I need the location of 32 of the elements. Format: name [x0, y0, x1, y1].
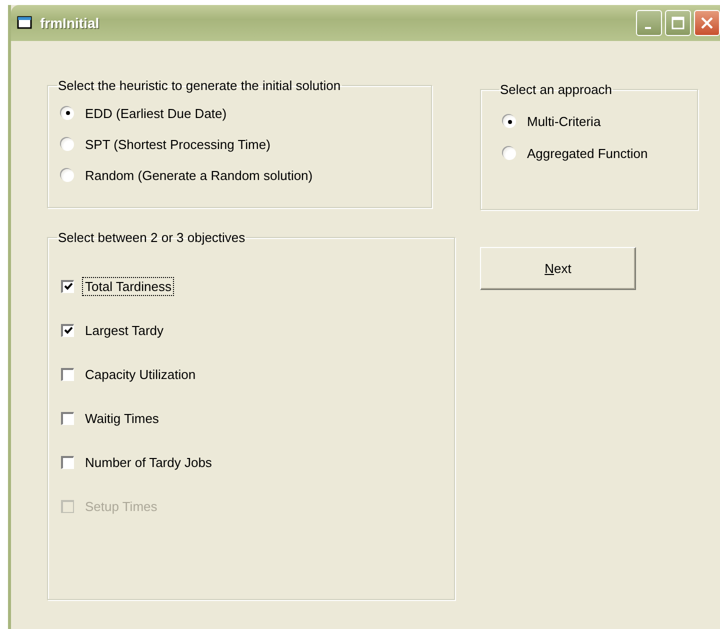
minimize-icon	[644, 27, 650, 29]
checkbox[interactable]	[61, 456, 74, 468]
radio-label[interactable]: EDD (Earliest Due Date)	[82, 104, 230, 122]
maximize-button[interactable]	[665, 10, 691, 36]
group-caption: Select between 2 or 3 objectives	[57, 230, 246, 245]
radio-button[interactable]	[503, 147, 516, 160]
window-icon	[17, 16, 33, 30]
group-caption: Select the heuristic to generate the initial solution	[57, 78, 342, 93]
radio-label[interactable]: Multi-Criteria	[524, 112, 604, 131]
checkbox[interactable]	[61, 412, 74, 424]
radio-label[interactable]: Random (Generate a Random solution)	[82, 166, 316, 184]
minimize-button[interactable]	[636, 10, 662, 36]
close-button[interactable]	[694, 10, 720, 36]
checkbox[interactable]	[61, 280, 74, 292]
checkbox-label[interactable]: Number of Tardy Jobs	[82, 452, 215, 472]
radio-button[interactable]	[61, 138, 74, 150]
checkbox-label[interactable]: Waitig Times	[82, 408, 162, 428]
radio-label[interactable]: Aggregated Function	[524, 144, 651, 163]
maximize-icon	[671, 16, 685, 30]
checkbox-label[interactable]: Total Tardiness	[82, 276, 174, 296]
group-caption: Select an approach	[499, 82, 614, 97]
radio-button[interactable]	[61, 106, 74, 120]
close-icon	[700, 16, 714, 30]
radio-button[interactable]	[61, 168, 74, 182]
radio-label[interactable]: SPT (Shortest Processing Time)	[82, 134, 274, 154]
checkbox[interactable]	[61, 324, 74, 336]
checkbox-label[interactable]: Largest Tardy	[82, 320, 167, 340]
window-title: frmInitial	[40, 15, 100, 31]
next-button[interactable]: Next	[480, 247, 636, 290]
checkbox-label[interactable]: Capacity Utilization	[82, 364, 199, 384]
radio-button[interactable]	[503, 115, 516, 128]
checkbox[interactable]	[61, 368, 74, 380]
